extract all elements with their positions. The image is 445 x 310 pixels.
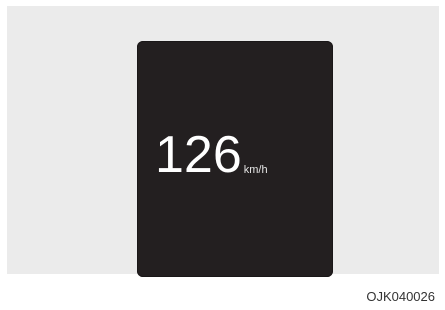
cluster-display: 126 km/h	[137, 41, 333, 277]
speed-readout: 126 km/h	[155, 129, 268, 181]
speed-value: 126	[155, 126, 242, 184]
figure-code: OJK040026	[366, 289, 435, 304]
figure-frame: 126 km/h	[7, 6, 439, 277]
speed-unit: km/h	[243, 164, 268, 176]
